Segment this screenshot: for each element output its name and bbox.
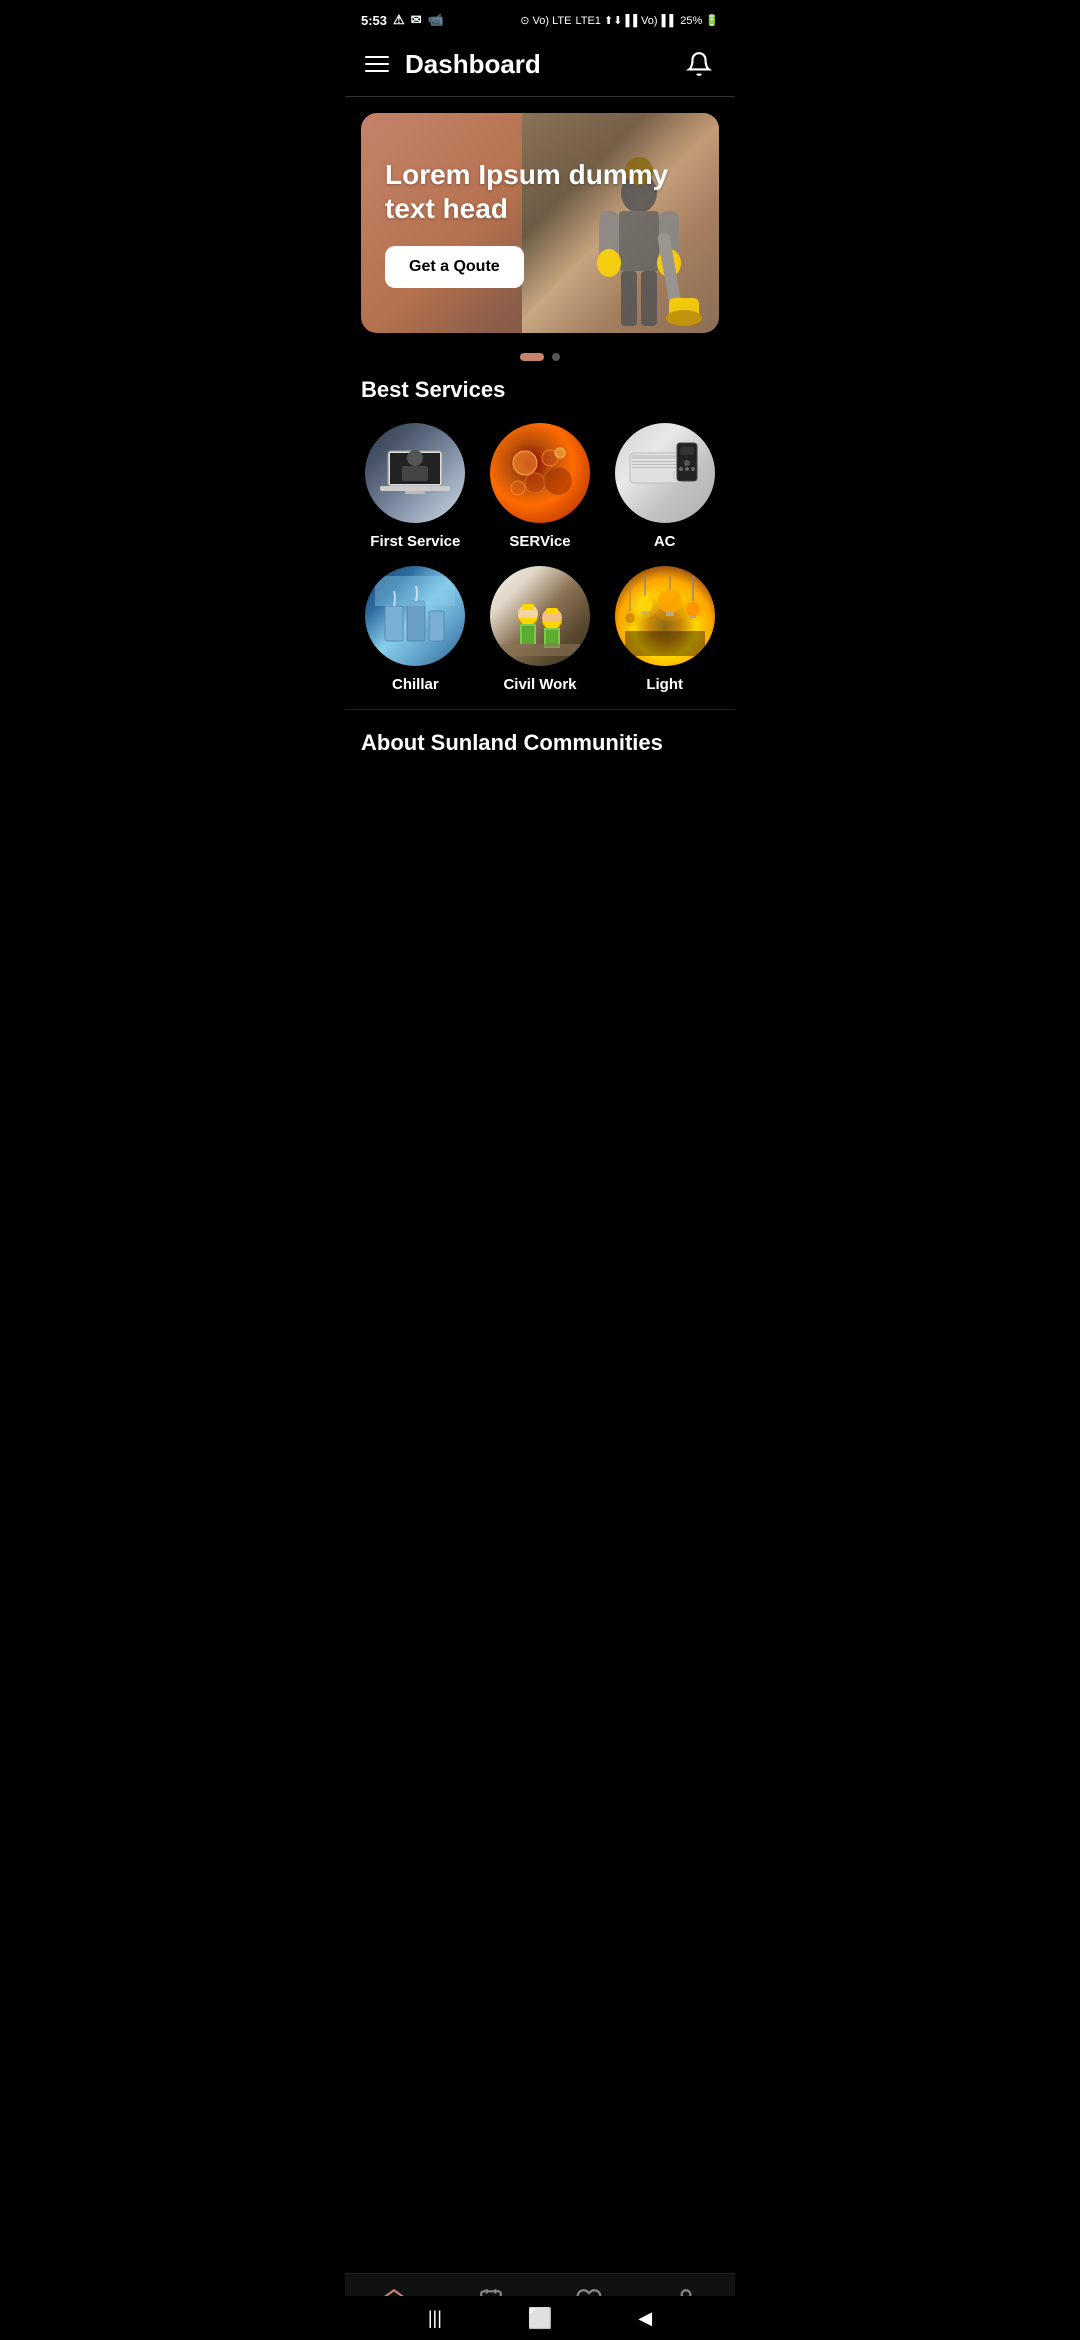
get-quote-button[interactable]: Get a Qoute [385,246,524,288]
services-grid: First Service [361,423,719,709]
light-icon [625,576,705,656]
carousel-dot-1[interactable] [520,353,544,361]
menu-button[interactable] [365,56,389,72]
status-bar: 5:53 ⚠ ✉ 📹 ⊙ Vo) LTE LTE1 ⬆⬇ ▌▌Vo) ▌▌ 25… [345,0,735,36]
civil-work-icon [500,576,580,656]
circle-inner-ac [615,423,715,523]
chillar-icon [375,576,455,656]
hamburger-line-1 [365,56,389,58]
service-circle-ac [615,423,715,523]
service-label-ac: AC [654,533,676,550]
circle-inner-light [615,566,715,666]
status-left: 5:53 ⚠ ✉ 📹 [361,12,444,28]
banner-content: Lorem Ipsum dummy text head Get a Qoute [361,134,719,311]
service-item-civil-work[interactable]: Civil Work [486,566,595,693]
carousel-dots [345,341,735,369]
circle-inner-bubbles [490,423,590,523]
recents-button[interactable]: ||| [428,2308,442,2329]
service-circle-chillar [365,566,465,666]
service-item-service[interactable]: SERVice [486,423,595,550]
home-button[interactable]: ⬜ [528,2306,553,2331]
service-circle-first-service [365,423,465,523]
back-button[interactable]: ◀ [638,2308,652,2329]
carousel-dot-2[interactable] [552,353,560,361]
service-label-civil-work: Civil Work [503,676,576,693]
status-signal: ⊙ Vo) LTE [520,14,571,27]
ac-icon [625,433,705,513]
status-warning-icon: ⚠ [393,12,405,28]
best-services-title: Best Services [361,377,719,403]
bubbles-icon [500,433,580,513]
status-right: ⊙ Vo) LTE LTE1 ⬆⬇ ▌▌Vo) ▌▌ 25% 🔋 [520,14,719,27]
service-circle-service [490,423,590,523]
banner: Lorem Ipsum dummy text head Get a Qoute [361,113,719,333]
about-title: About Sunland Communities [361,730,719,756]
service-label-chillar: Chillar [392,676,439,693]
service-label-first-service: First Service [370,533,460,550]
banner-container: Lorem Ipsum dummy text head Get a Qoute [345,97,735,341]
banner-title: Lorem Ipsum dummy text head [385,158,695,225]
system-nav-bar: ||| ⬜ ◀ [345,2296,735,2340]
hamburger-line-3 [365,70,389,72]
status-battery: ▌▌ 25% 🔋 [662,14,719,27]
service-label-light: Light [646,676,683,693]
service-item-chillar[interactable]: Chillar [361,566,470,693]
best-services-section: Best Services [345,369,735,709]
service-circle-civil-work [490,566,590,666]
about-section: About Sunland Communities [345,709,735,768]
status-time: 5:53 [361,13,387,28]
status-signal2: LTE1 ⬆⬇ ▌▌Vo) [575,14,657,27]
circle-inner-laptop [365,423,465,523]
status-video-icon: 📹 [428,12,444,28]
service-circle-light [615,566,715,666]
header-left: Dashboard [365,49,541,80]
service-item-first-service[interactable]: First Service [361,423,470,550]
main-content: Lorem Ipsum dummy text head Get a Qoute [345,97,735,898]
service-label-service: SERVice [509,533,570,550]
circle-inner-civil [490,566,590,666]
notification-button[interactable] [683,48,715,80]
header: Dashboard [345,36,735,96]
service-item-light[interactable]: Light [610,566,719,693]
hamburger-line-2 [365,63,389,65]
laptop-icon [380,446,450,501]
service-item-ac[interactable]: AC [610,423,719,550]
status-email-icon: ✉ [411,12,422,28]
page-title: Dashboard [405,49,541,80]
circle-inner-chillar [365,566,465,666]
bell-icon-svg [686,51,712,77]
